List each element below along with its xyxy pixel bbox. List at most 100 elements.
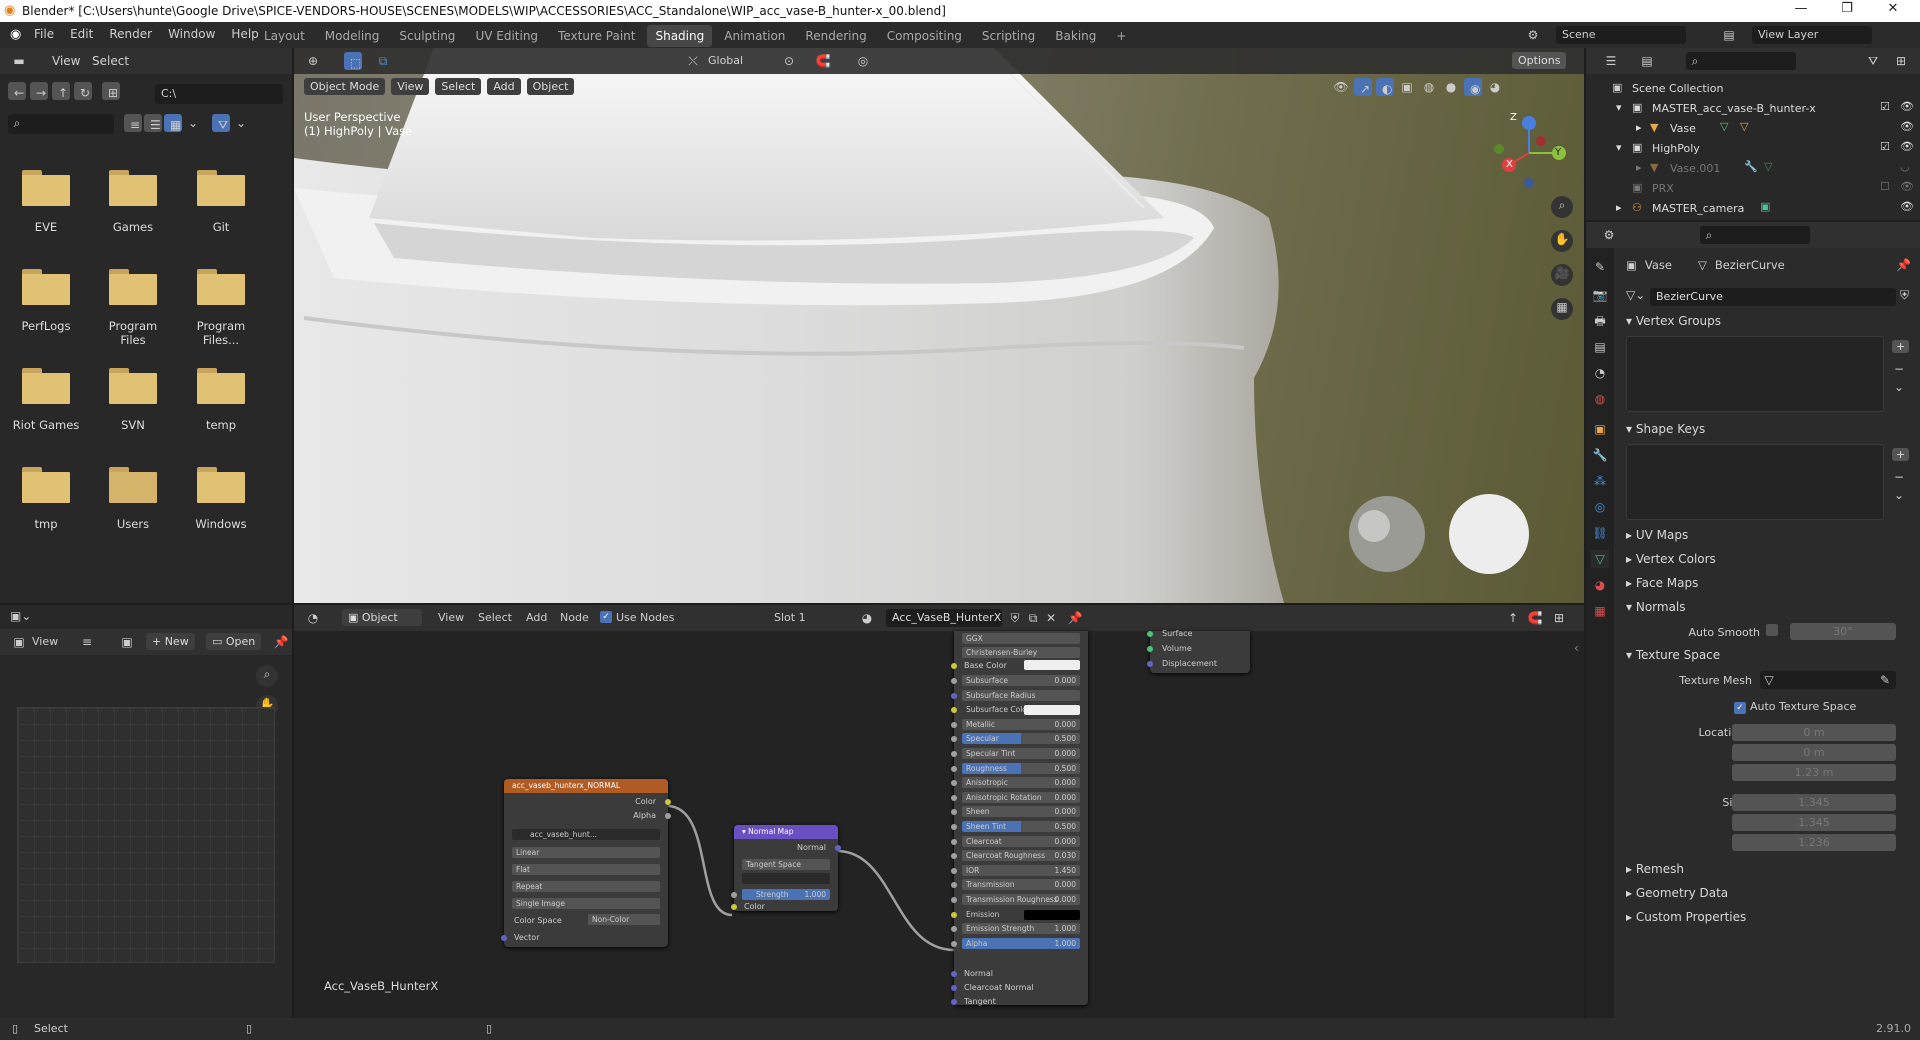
space-dropdown[interactable]: Tangent Space <box>742 859 830 870</box>
filter-icon[interactable]: ⛛ <box>1864 52 1882 70</box>
image-texture-node-title[interactable]: acc_vaseb_hunterx_NORMAL <box>504 779 668 793</box>
maximize-button[interactable]: ❐ <box>1824 1 1870 21</box>
editor-type-icon[interactable]: ☰ <box>1602 52 1620 70</box>
outliner-row[interactable]: ▣ Scene Collection <box>1586 78 1856 98</box>
base-color-socket[interactable] <box>951 663 957 669</box>
data-name-field[interactable]: BezierCurve <box>1650 288 1896 306</box>
size-z-field[interactable]: 1.236 <box>1732 834 1896 851</box>
image-selector[interactable]: acc_vaseb_hunt... <box>512 829 660 840</box>
outliner-row[interactable]: ▾ ▣ HighPoly ☑ 👁 <box>1586 138 1914 158</box>
bsdf-param-row[interactable]: Anisotropic Rotation 0.000 <box>962 791 1080 803</box>
tool-tab-icon[interactable]: ✎ <box>1591 258 1609 276</box>
color-space-dropdown[interactable]: Non-Color <box>588 914 660 925</box>
section-custom-properties[interactable]: ▸ Custom Properties <box>1626 910 1866 924</box>
chevron-down-icon[interactable]: ⌄ <box>1894 488 1904 502</box>
particles-tab-icon[interactable]: ⁂ <box>1591 472 1609 490</box>
scene-selector[interactable]: Scene <box>1556 26 1686 44</box>
remove-vertex-group-button[interactable]: − <box>1894 362 1904 376</box>
thumb-list-icon[interactable]: ☰ <box>144 114 162 132</box>
bsdf-input-socket[interactable] <box>951 751 957 757</box>
editor-type-icon[interactable]: ⚙ <box>1600 226 1618 244</box>
interpolation-dropdown[interactable]: Linear <box>512 847 660 858</box>
list-view-icon[interactable]: ≡ <box>124 114 142 132</box>
vp-menu-view[interactable]: View <box>391 78 430 95</box>
object-tab-icon[interactable]: ▣ <box>1591 420 1609 438</box>
color-output-socket[interactable] <box>665 799 671 805</box>
section-vertex-groups[interactable]: ▾ Vertex Groups <box>1626 314 1866 328</box>
thumbnail-view-icon[interactable]: ▦ <box>164 114 182 132</box>
bsdf-input-socket[interactable] <box>951 824 957 830</box>
outliner-row[interactable]: ▾ ▣ MASTER_acc_vase-B_hunter-x ☑ 👁 <box>1586 98 1914 118</box>
back-icon[interactable]: ← <box>8 82 26 100</box>
distribution-dropdown[interactable]: GGX <box>962 633 1080 644</box>
bsdf-input-socket[interactable] <box>951 707 957 714</box>
refresh-icon[interactable]: ↻ <box>74 82 92 100</box>
menu-help[interactable]: Help <box>231 27 258 41</box>
editor-type-icon[interactable]: ⊕ <box>304 52 322 70</box>
texture-mesh-field[interactable]: ▽ ✎ <box>1760 671 1896 689</box>
tab-modeling[interactable]: Modeling <box>317 25 388 47</box>
bsdf-param-row[interactable]: Subsurface Radius <box>962 689 1080 701</box>
section-shape-keys[interactable]: ▾ Shape Keys <box>1626 422 1866 436</box>
parent-dir-icon[interactable]: ↑ <box>52 82 70 100</box>
eye-icon[interactable]: 👁 <box>1900 120 1914 133</box>
bsdf-param-row[interactable]: Sheen 0.000 <box>962 806 1080 818</box>
data-tab-icon[interactable]: ▽ <box>1591 550 1609 568</box>
bsdf-input-socket[interactable] <box>951 765 957 772</box>
bsdf-param-row[interactable]: Clearcoat Roughness 0.030 <box>962 850 1080 862</box>
eye-icon[interactable]: 👁 <box>1900 180 1914 193</box>
pivot-icon[interactable]: ⊙ <box>780 52 798 70</box>
eye-hidden-icon[interactable]: ◡ <box>1900 160 1910 173</box>
bsdf-param-row[interactable]: Anisotropic 0.000 <box>962 777 1080 789</box>
base-color-swatch[interactable] <box>1024 660 1080 670</box>
bsdf-param-row[interactable]: Roughness 0.500 <box>962 762 1080 774</box>
clearcoat-normal-socket[interactable] <box>951 985 957 991</box>
path-field[interactable]: C:\ <box>155 84 283 104</box>
pan-hand-icon[interactable]: ✋ <box>1551 230 1573 252</box>
outliner-row[interactable]: ▸ ▼ Vase.001 🔧 ▽ ◡ <box>1586 158 1910 178</box>
new-folder-icon[interactable]: ⊞ <box>102 82 120 100</box>
size-y-field[interactable]: 1.345 <box>1732 814 1896 831</box>
displacement-input-socket[interactable] <box>1147 661 1153 667</box>
folder-item[interactable]: Windows <box>186 467 256 531</box>
tab-scripting[interactable]: Scripting <box>974 25 1043 47</box>
checkbox-unchecked-icon[interactable]: ☐ <box>1880 180 1890 193</box>
orientation-dropdown[interactable]: Global <box>708 54 743 67</box>
constraints-tab-icon[interactable]: ⛓ <box>1591 524 1609 542</box>
bsdf-param-row[interactable]: Emission Strength 1.000 <box>962 923 1080 935</box>
xray-icon[interactable]: ▣ <box>1398 78 1416 96</box>
principled-bsdf-node[interactable]: GGX Christensen-Burley Base Color Subsur… <box>951 631 1088 1006</box>
folder-item[interactable]: Users <box>98 467 168 531</box>
menu-edit[interactable]: Edit <box>70 27 93 41</box>
transform-orientation-icon[interactable]: ⤬ <box>684 52 702 70</box>
bsdf-param-row[interactable]: Transmission Roughness 0.000 <box>962 894 1080 905</box>
chevron-right-icon[interactable]: ▸ <box>1636 121 1642 134</box>
chevron-right-icon[interactable]: ▸ <box>1616 201 1622 214</box>
uv-grid-canvas[interactable] <box>17 707 275 963</box>
subsurface-method-dropdown[interactable]: Christensen-Burley <box>962 647 1080 658</box>
folder-item[interactable]: tmp <box>11 467 81 531</box>
add-vertex-group-button[interactable]: + <box>1892 340 1910 353</box>
filter-icon[interactable]: ⛛ <box>212 114 230 132</box>
extension-dropdown[interactable]: Repeat <box>512 881 660 892</box>
volume-input-socket[interactable] <box>1147 646 1153 652</box>
menu-icon[interactable]: ≡ <box>78 633 96 651</box>
tab-uv-editing[interactable]: UV Editing <box>467 25 546 47</box>
menu-file[interactable]: File <box>34 27 54 41</box>
new-image-button[interactable]: + New <box>146 633 195 650</box>
gizmo-icon[interactable]: ↗ <box>1354 78 1372 96</box>
bsdf-input-socket[interactable] <box>951 882 957 889</box>
outliner-search-input[interactable]: ⌕ <box>1686 52 1796 70</box>
tab-baking[interactable]: Baking <box>1047 25 1104 47</box>
section-texture-space[interactable]: ▾ Texture Space <box>1626 648 1866 662</box>
add-shape-key-button[interactable]: + <box>1892 448 1910 461</box>
fb-search-input[interactable]: ⌕ <box>8 114 114 134</box>
section-normals[interactable]: ▾ Normals <box>1626 600 1866 614</box>
bsdf-input-socket[interactable] <box>951 897 957 903</box>
fb-menu-view[interactable]: View <box>52 54 80 68</box>
open-image-button[interactable]: ▭ Open <box>206 633 262 650</box>
folder-item[interactable]: Program Files... <box>180 269 262 347</box>
world-tab-icon[interactable]: ◍ <box>1591 390 1609 408</box>
bsdf-input-socket[interactable] <box>951 940 957 947</box>
vp-menu-select[interactable]: Select <box>435 78 482 95</box>
